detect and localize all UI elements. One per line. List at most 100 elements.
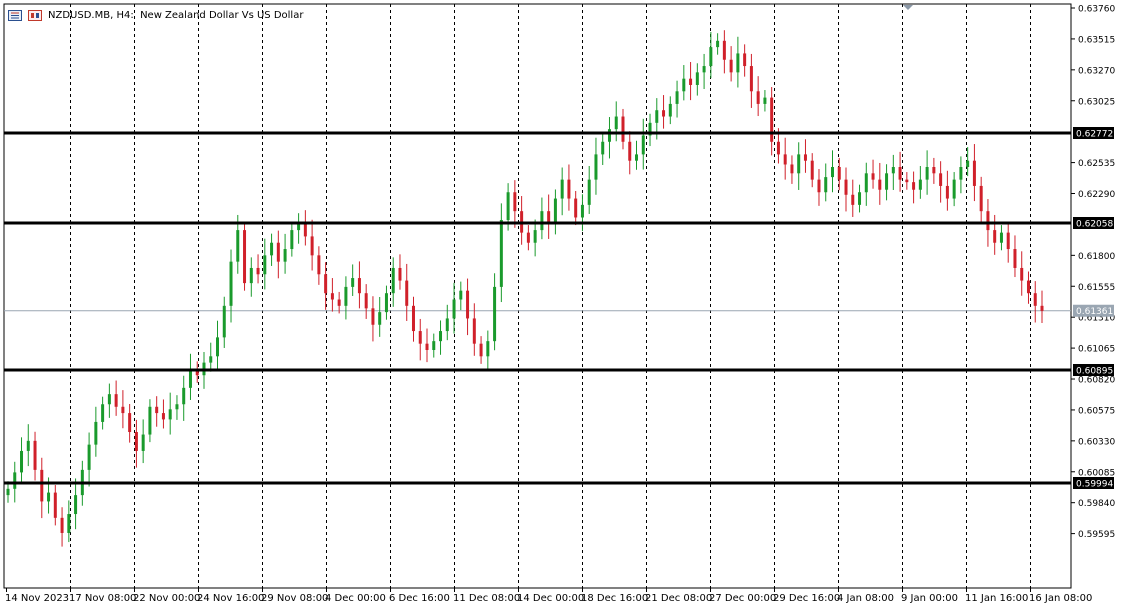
candle-body [1033,293,1037,306]
candle-body [270,242,274,256]
candle-body [628,141,632,161]
x-tick-label: 29 Nov 08:00 [261,593,328,604]
candle-body [1020,267,1024,281]
candle-body [716,40,720,48]
candle-body [445,318,449,332]
candle-body [972,160,976,186]
candle-body [425,343,429,350]
price-chart[interactable]: 0.63760 0.63515 0.63270 0.63025 0.62535 0.622… [0,0,1126,608]
candle-body [864,173,868,193]
candle-body [283,249,287,262]
candle-body [317,255,321,275]
candle-body [891,167,895,174]
candle-body [439,331,443,342]
candle-body [107,394,111,405]
y-tick-label: 0.60575 [1078,406,1115,416]
candle-body [222,305,226,338]
timeframe-label: H4: [116,9,134,21]
level-price-label: 0.62772 [1076,130,1113,140]
candle-body [229,261,233,306]
candle-body [756,91,760,104]
y-tick-label: 0.63760 [1078,5,1115,15]
candle-body [161,413,165,420]
y-tick-label: 0.59840 [1078,499,1115,509]
candle-body [357,278,361,294]
chart-window[interactable]: 0.63760 0.63515 0.63270 0.63025 0.62535 0.622… [0,0,1126,608]
candle-body [878,179,882,190]
candle-body [574,198,578,218]
chart-title: NZDUSD.MB, H4: New Zealand Dollar Vs US … [48,9,304,21]
y-tick-label: 0.63515 [1078,35,1115,45]
candle-body [310,236,314,256]
x-tick-label: 17 Nov 08:00 [69,593,136,604]
candle-body [94,421,98,445]
candle-body [6,488,10,496]
candle-body [932,167,936,174]
x-tick-label: 21 Dec 08:00 [645,593,712,604]
y-tick-label: 0.63270 [1078,66,1115,76]
candle-body [553,198,557,224]
candle-body [783,154,787,165]
candle-body [384,293,388,313]
chart-shift-marker-icon[interactable] [903,5,913,10]
candle-body [689,78,693,85]
candle-body [824,177,828,193]
candle-body [20,450,24,473]
candle-body [695,72,699,85]
x-tick-label: 11 Jan 16:00 [965,593,1028,604]
candle-body [101,404,105,422]
x-tick-label: 24 Nov 16:00 [197,593,264,604]
candle-body [371,308,375,325]
candle-body [74,495,78,515]
x-tick-label: 6 Dec 16:00 [389,593,450,604]
candle-body [1006,232,1010,250]
y-tick-label: 0.61800 [1078,252,1115,262]
candle-body [263,255,267,275]
x-tick-label: 29 Dec 16:00 [773,593,840,604]
candle-body [472,318,476,344]
candle-body [506,192,510,221]
x-tick-label: 4 Jan 08:00 [837,593,894,604]
candle-body [560,179,564,199]
candle-body [243,230,247,284]
candle-body [337,299,341,306]
candle-body [601,141,605,155]
y-tick-label: 0.63025 [1078,97,1115,107]
candle-body [939,173,943,186]
candle-body [743,53,747,67]
y-tick-label: 0.60820 [1078,376,1115,386]
candle-body [168,409,172,420]
candle-body [851,194,855,205]
candle-body [114,394,118,407]
candle-body [216,337,220,357]
candle-body [594,154,598,180]
candle-body [67,514,71,533]
candle-body [790,164,794,174]
candle-body [736,53,740,73]
candle-body [236,230,240,262]
candle-body [986,211,990,231]
candle-body [188,368,192,388]
candle-body [614,116,618,130]
candle-body [1013,249,1017,268]
plot-frame [3,3,1072,589]
x-tick-label: 18 Dec 16:00 [581,593,648,604]
candle-body [155,406,159,414]
candle-body [844,179,848,195]
candle-body [858,192,862,205]
x-tick-label: 16 Jan 08:00 [1029,593,1092,604]
candle-body [952,179,956,199]
candle-body [209,356,213,363]
candle-body [817,179,821,193]
candle-body [662,110,666,117]
candle-body [621,116,625,142]
chart-type-icon[interactable] [8,9,22,21]
one-click-trading-icon[interactable] [28,9,42,21]
candle-body [668,103,672,117]
candle-body [452,299,456,319]
candle-body [993,230,997,243]
x-tick-label: 14 Dec 00:00 [517,593,584,604]
candle-body [121,406,125,414]
candle-body [276,242,280,262]
candle-body [499,220,503,287]
